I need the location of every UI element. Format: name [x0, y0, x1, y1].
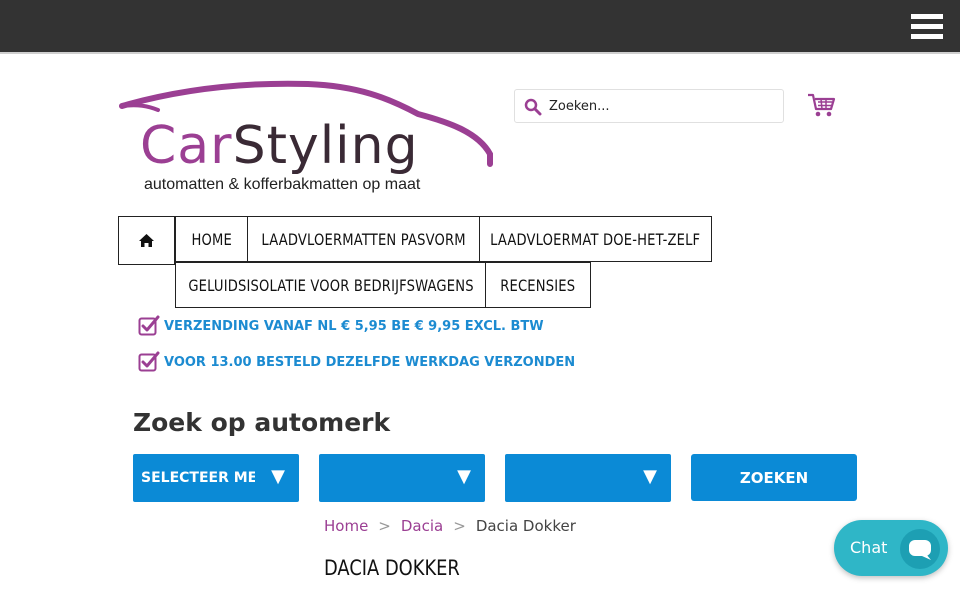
chevron-down-icon: ▼ [271, 466, 285, 487]
chat-widget-button[interactable]: Chat [834, 520, 948, 576]
select-model[interactable]: ▼ [319, 454, 485, 502]
top-bar [0, 0, 960, 54]
search-box [514, 89, 784, 123]
select-brand-value: SELECTEER MERK [141, 470, 255, 486]
chevron-down-icon: ▼ [643, 466, 657, 487]
usp-text: VOOR 13.00 BESTELD DEZELFDE WERKDAG VERZ… [164, 354, 576, 370]
home-icon [139, 234, 154, 247]
chat-bubble-icon [900, 529, 940, 569]
checkmark-icon [138, 315, 160, 336]
hamburger-menu-icon[interactable] [906, 14, 948, 46]
nav-item-label: LAADVLOERMATTEN PASVORM [261, 229, 466, 249]
logo-tagline: automatten & kofferbakmatten op maat [144, 176, 421, 193]
nav-item-laadvloermatten-pasvorm[interactable]: LAADVLOERMATTEN PASVORM [247, 216, 480, 262]
usp-text: VERZENDING VANAF NL € 5,95 BE € 9,95 EXC… [164, 318, 544, 334]
nav-item-label: RECENSIES [500, 275, 576, 295]
search-input[interactable] [549, 95, 777, 117]
logo-wordmark: CarStyling [140, 116, 419, 176]
breadcrumb-separator: > [453, 517, 466, 535]
finder-title: Zoek op automerk [133, 408, 391, 437]
breadcrumb-current: Dacia Dokker [475, 517, 576, 535]
search-icon[interactable] [524, 98, 542, 116]
chevron-down-icon: ▼ [457, 466, 471, 487]
nav-item-recensies[interactable]: RECENSIES [485, 262, 591, 308]
nav-item-label: LAADVLOERMAT DOE-HET-ZELF [490, 229, 701, 249]
select-brand[interactable]: SELECTEER MERK ▼ [133, 454, 299, 502]
page-title: DACIA DOKKER [324, 556, 484, 580]
usp-same-day: VOOR 13.00 BESTELD DEZELFDE WERKDAG VERZ… [138, 350, 575, 374]
breadcrumb-dacia[interactable]: Dacia [401, 517, 443, 535]
breadcrumb-separator: > [378, 517, 391, 535]
search-submit-button[interactable]: ZOEKEN [691, 454, 857, 501]
usp-shipping: VERZENDING VANAF NL € 5,95 BE € 9,95 EXC… [138, 314, 544, 338]
chat-label: Chat [850, 538, 888, 557]
carstyling-logo[interactable]: CarStyling automatten & kofferbakmatten … [118, 76, 498, 200]
logo-word-car: Car [140, 116, 233, 176]
nav-item-label: GELUIDSISOLATIE VOOR BEDRIJFSWAGENS [187, 275, 474, 295]
breadcrumb: Home > Dacia > Dacia Dokker [324, 517, 576, 535]
checkmark-icon [138, 351, 160, 372]
shopping-cart-icon[interactable] [806, 90, 836, 120]
nav-item-laadvloermat-doe-het-zelf[interactable]: LAADVLOERMAT DOE-HET-ZELF [479, 216, 712, 262]
select-type[interactable]: ▼ [505, 454, 671, 502]
breadcrumb-home[interactable]: Home [324, 517, 368, 535]
nav-home-button[interactable] [118, 216, 175, 265]
nav-item-label: HOME [191, 229, 232, 249]
nav-item-home[interactable]: HOME [175, 216, 248, 262]
nav-item-geluidsisolatie[interactable]: GELUIDSISOLATIE VOOR BEDRIJFSWAGENS [175, 262, 486, 308]
logo-word-styling: Styling [232, 116, 419, 176]
page-title-text: DACIA DOKKER [324, 556, 460, 580]
